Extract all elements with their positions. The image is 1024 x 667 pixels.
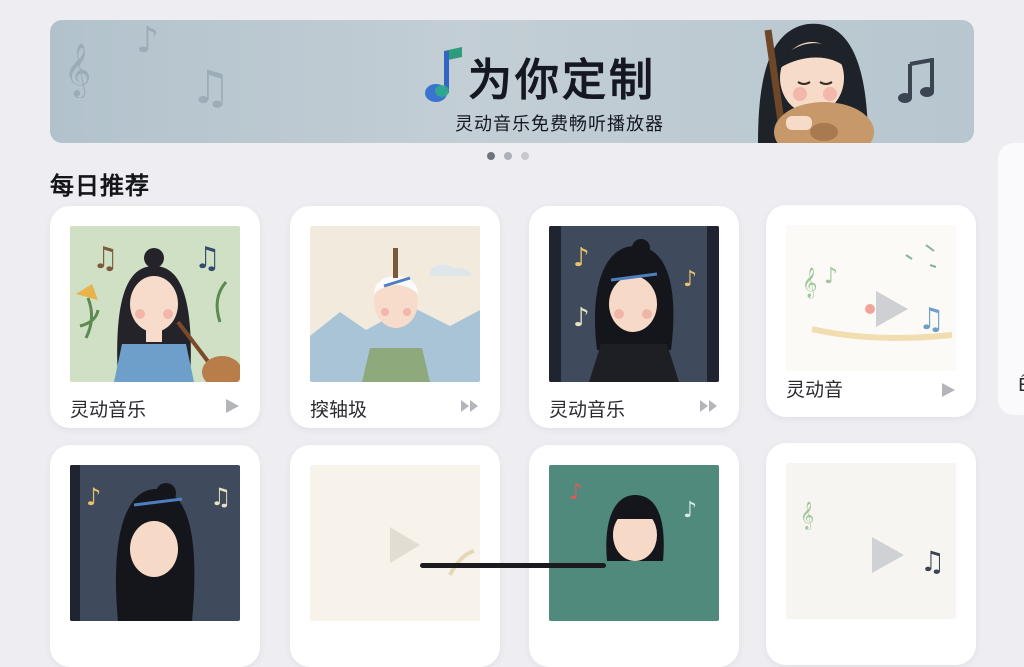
svg-text:♪: ♪: [824, 264, 838, 289]
album-cover: ♪ ♪ ♪: [549, 226, 719, 382]
banner-title-row: 为你定制: [422, 46, 656, 106]
pagination-dot[interactable]: [487, 152, 495, 160]
svg-text:♫: ♫: [92, 241, 119, 276]
song-title: 揬轴圾: [310, 399, 368, 421]
album-cover: ♪ ♪: [549, 465, 719, 621]
song-card[interactable]: 𝄞 ♫: [766, 443, 976, 665]
song-title: Ê: [1018, 375, 1024, 396]
svg-text:♪: ♪: [573, 243, 590, 273]
svg-text:𝄞: 𝄞: [802, 267, 817, 299]
song-card[interactable]: 𝄞 ♪ ♫ 灵动音: [766, 205, 976, 417]
song-card[interactable]: [290, 445, 500, 667]
music-note-icon: [898, 58, 934, 103]
song-card-partial[interactable]: Ê: [998, 143, 1024, 415]
song-card[interactable]: ♪ ♪: [529, 445, 739, 667]
svg-text:♫: ♫: [920, 545, 945, 578]
svg-text:♪: ♪: [683, 498, 697, 523]
song-card[interactable]: 揬轴圾: [290, 206, 500, 428]
song-card[interactable]: ♫ ♫ 灵动音乐: [50, 206, 260, 428]
music-note-icon: ♪: [136, 20, 159, 61]
album-cover: ♪ ♫: [70, 465, 240, 621]
album-cover: [310, 226, 480, 382]
pagination-dot[interactable]: [504, 152, 512, 160]
svg-text:𝄞: 𝄞: [800, 501, 814, 530]
fast-forward-icon[interactable]: [460, 398, 480, 414]
banner-title: 为你定制: [468, 55, 656, 106]
svg-text:♪: ♪: [86, 483, 101, 511]
play-icon[interactable]: [224, 398, 240, 414]
music-note-icon: ♫: [190, 60, 232, 114]
fast-forward-icon[interactable]: [699, 398, 719, 414]
album-cover: 𝄞 ♪ ♫: [786, 225, 956, 371]
svg-text:♪: ♪: [683, 267, 697, 292]
banner-subtitle: 灵动音乐免费畅听播放器: [455, 114, 664, 135]
svg-text:♪: ♪: [569, 480, 583, 505]
song-title: 灵动音乐: [549, 399, 626, 421]
svg-text:♫: ♫: [210, 483, 232, 511]
song-card[interactable]: ♪ ♫: [50, 445, 260, 667]
banner-pagination[interactable]: [487, 152, 529, 160]
play-icon[interactable]: [940, 382, 956, 398]
svg-text:♫: ♫: [918, 302, 945, 337]
pagination-dot[interactable]: [521, 152, 529, 160]
song-card[interactable]: ♪ ♪ ♪ 灵动音乐: [529, 206, 739, 428]
song-title: 灵动音: [786, 379, 844, 401]
girl-with-pipa-illustration: [758, 23, 874, 143]
section-title-daily-picks: 每日推荐: [50, 172, 150, 200]
home-indicator[interactable]: [420, 563, 606, 568]
music-note-icon: 𝄞: [64, 42, 92, 96]
music-note-logo-icon: [425, 47, 462, 102]
song-title: 灵动音乐: [70, 399, 147, 421]
album-cover: ♫ ♫: [70, 226, 240, 382]
hero-banner[interactable]: 𝄞 ♪ ♫ 为你定制 灵动音乐免费畅听播放器: [50, 20, 974, 143]
album-cover: 𝄞 ♫: [786, 463, 956, 619]
svg-text:♫: ♫: [194, 241, 221, 276]
svg-text:♪: ♪: [573, 303, 590, 333]
album-cover: [310, 465, 480, 621]
